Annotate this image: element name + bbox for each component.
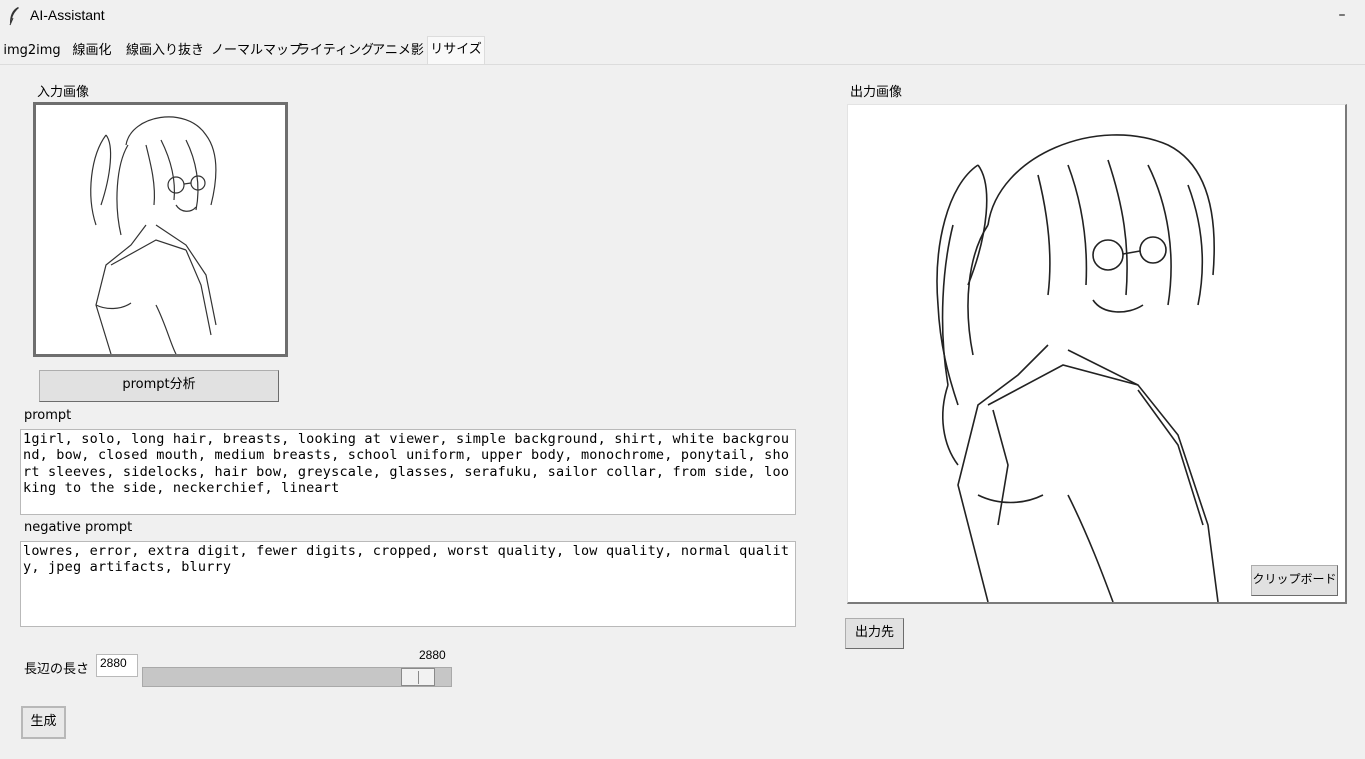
tab-normal-map[interactable]: ノーマルマップ [211, 40, 302, 62]
window-title: AI-Assistant [30, 7, 105, 23]
long-side-label: 長辺の長さ [24, 662, 90, 677]
output-girl-illustration [936, 134, 1219, 602]
long-side-slider[interactable] [142, 667, 452, 687]
long-side-input[interactable]: 2880 [96, 654, 138, 677]
prompt-label: prompt [24, 408, 72, 423]
feather-icon [9, 7, 19, 26]
title-bar: AI-Assistant – [0, 0, 1365, 34]
output-image-label: 出力画像 [850, 85, 903, 100]
output-image: クリップボード [847, 104, 1347, 604]
negative-prompt-textarea[interactable]: lowres, error, extra digit, fewer digits… [20, 541, 796, 627]
tab-lineart-extract[interactable]: 線画入り抜き [121, 40, 209, 62]
prompt-textarea[interactable]: 1girl, solo, long hair, breasts, looking… [20, 429, 796, 515]
tab-img2img[interactable]: img2img [0, 40, 64, 62]
output-destination-button[interactable]: 出力先 [845, 618, 904, 649]
negative-prompt-label: negative prompt [24, 520, 133, 535]
input-image [33, 102, 288, 357]
tab-bar: img2img 線画化 線画入り抜き ノーマルマップ ライティング アニメ影 リ… [0, 36, 1365, 65]
tab-lighting[interactable]: ライティング [297, 40, 374, 62]
tab-lineart[interactable]: 線画化 [66, 40, 118, 62]
input-girl-illustration [90, 116, 217, 354]
generate-button[interactable]: 生成 [21, 706, 66, 739]
tab-anime-shadow[interactable]: アニメ影 [371, 40, 425, 62]
minimize-button[interactable]: – [1319, 0, 1365, 34]
slider-value-label: 2880 [419, 648, 446, 662]
minimize-icon: – [1338, 7, 1346, 23]
clipboard-button[interactable]: クリップボード [1251, 565, 1338, 596]
slider-thumb[interactable] [401, 668, 435, 686]
input-image-label: 入力画像 [37, 85, 90, 100]
tab-resize[interactable]: リサイズ [427, 36, 485, 64]
prompt-analyze-button[interactable]: prompt分析 [39, 370, 279, 402]
